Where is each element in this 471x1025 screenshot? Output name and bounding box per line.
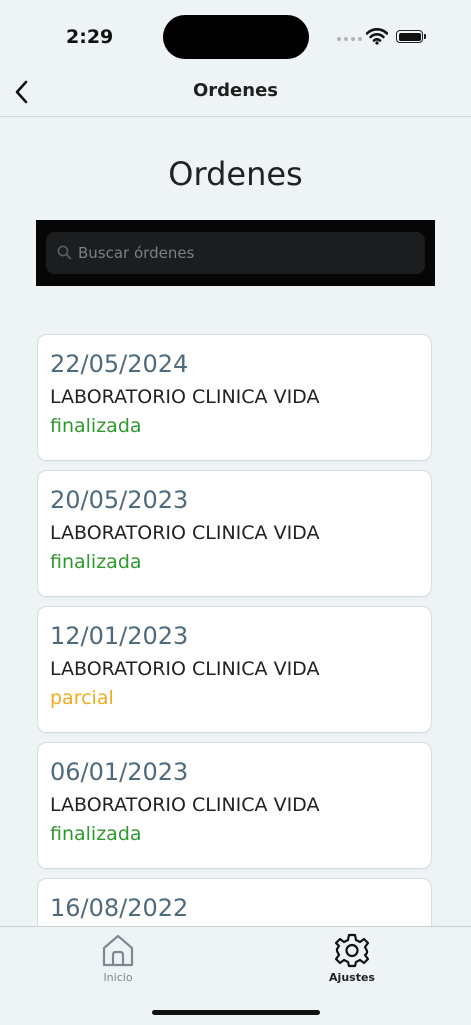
order-card[interactable]: 16/08/2022: [37, 878, 432, 926]
order-status: parcial: [50, 687, 114, 709]
page-title: Ordenes: [168, 155, 303, 193]
nav-bar: Ordenes: [0, 70, 471, 117]
order-card[interactable]: 06/01/2023 LABORATORIO CLINICA VIDA fina…: [37, 742, 432, 869]
order-date: 16/08/2022: [50, 894, 189, 922]
tab-label: Ajustes: [329, 971, 375, 984]
signal-icon: [337, 37, 362, 41]
order-status: finalizada: [50, 415, 142, 437]
order-date: 20/05/2023: [50, 486, 189, 514]
status-time: 2:29: [66, 26, 114, 48]
home-icon: [102, 934, 134, 967]
order-lab: LABORATORIO CLINICA VIDA: [50, 794, 320, 816]
search-bar: [36, 220, 435, 286]
order-lab: LABORATORIO CLINICA VIDA: [50, 658, 320, 680]
status-bar: 2:29: [0, 0, 471, 70]
search-icon: [57, 245, 72, 260]
order-status: finalizada: [50, 823, 142, 845]
order-date: 06/01/2023: [50, 758, 189, 786]
wifi-icon: [366, 28, 388, 45]
order-card[interactable]: 12/01/2023 LABORATORIO CLINICA VIDA parc…: [37, 606, 432, 733]
battery-icon: [396, 30, 426, 43]
tab-ajustes[interactable]: Ajustes: [312, 931, 392, 987]
order-date: 22/05/2024: [50, 350, 189, 378]
order-lab: LABORATORIO CLINICA VIDA: [50, 522, 320, 544]
search-box[interactable]: [46, 232, 425, 274]
order-lab: LABORATORIO CLINICA VIDA: [50, 386, 320, 408]
order-card[interactable]: 20/05/2023 LABORATORIO CLINICA VIDA fina…: [37, 470, 432, 597]
dynamic-island: [163, 15, 309, 59]
search-input[interactable]: [78, 232, 408, 274]
home-indicator: [152, 1010, 320, 1015]
nav-title: Ordenes: [192, 80, 278, 101]
order-date: 12/01/2023: [50, 622, 189, 650]
tab-label: Inicio: [103, 971, 133, 984]
tab-inicio[interactable]: Inicio: [78, 931, 158, 987]
orders-list: 22/05/2024 LABORATORIO CLINICA VIDA fina…: [37, 334, 434, 926]
gear-icon: [334, 933, 370, 968]
order-card[interactable]: 22/05/2024 LABORATORIO CLINICA VIDA fina…: [37, 334, 432, 461]
order-status: finalizada: [50, 551, 142, 573]
